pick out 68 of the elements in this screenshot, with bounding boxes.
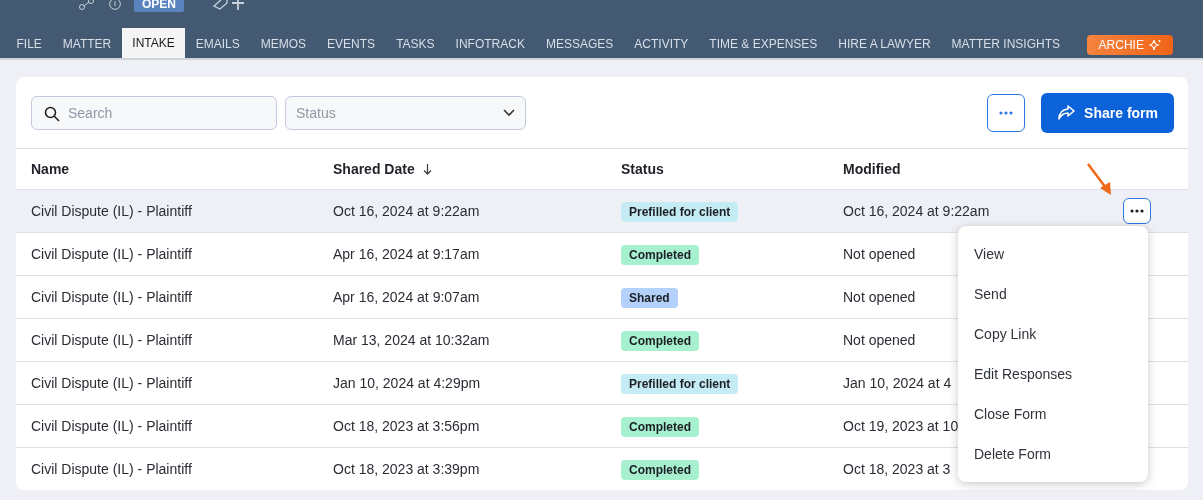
more-button[interactable] [987, 93, 1026, 132]
table-cell: Oct 18, 2023 at 3:56pm [333, 418, 480, 434]
table-cell: Civil Dispute (IL) - Plaintiff [31, 461, 192, 477]
status-badge: Completed [621, 417, 699, 437]
status-badge: Completed [621, 245, 699, 265]
column-header[interactable]: Name [16, 149, 318, 190]
status-badge: Prefilled for client [621, 374, 739, 394]
nav-tab[interactable]: EMAILS [185, 30, 251, 58]
status-badge: Shared [621, 288, 678, 308]
search-field[interactable]: Search [32, 95, 276, 130]
table-cell: Mar 13, 2024 at 10:32am [333, 332, 490, 348]
assistant-button[interactable]: ARCHIE [1086, 35, 1173, 55]
nav-tab[interactable]: FILE [6, 30, 53, 58]
table-cell: Oct 18, 2023 at 3 [843, 461, 951, 477]
table-cell: Apr 16, 2024 at 9:07am [333, 289, 480, 305]
menu-item[interactable]: View [958, 234, 1148, 274]
nav-tab[interactable]: TIME & EXPENSES [698, 30, 828, 58]
nav-tab[interactable]: MATTER INSIGHTS [941, 30, 1071, 58]
share-form-button[interactable]: Share form [1041, 92, 1174, 133]
nav-tab[interactable]: MATTER [52, 30, 122, 58]
status-badge: Prefilled for client [621, 202, 739, 222]
more-icon [999, 110, 1014, 115]
share-arrow-icon [1057, 104, 1076, 121]
table-cell: Not opened [843, 246, 916, 262]
menu-item[interactable]: Close Form [958, 394, 1148, 434]
table-cell: Oct 18, 2023 at 3:39pm [333, 461, 480, 477]
column-header[interactable]: Status [606, 149, 828, 190]
table-cell: Not opened [843, 332, 916, 348]
nav-tab[interactable]: MEMOS [250, 30, 317, 58]
tag-icon[interactable] [212, 0, 246, 10]
status-badge: Completed [621, 331, 699, 351]
status-dropdown[interactable]: Status [285, 95, 526, 130]
menu-item[interactable]: Edit Responses [958, 354, 1148, 394]
nav-tab[interactable]: INFOTRACK [445, 30, 536, 58]
table-cell: Civil Dispute (IL) - Plaintiff [31, 375, 192, 391]
table-cell: Not opened [843, 289, 916, 305]
nav-tab[interactable]: INTAKE [121, 28, 186, 58]
annotation-arrow [1086, 162, 1114, 196]
sort-down-icon[interactable] [422, 163, 432, 175]
status-badge: Completed [621, 460, 699, 480]
link-icon[interactable] [78, 0, 96, 10]
table-cell: Oct 16, 2024 at 9:22am [333, 203, 480, 219]
nav-tab[interactable]: MESSAGES [535, 30, 624, 58]
nav-tab[interactable]: HIRE A LAWYER [827, 30, 942, 58]
menu-item[interactable]: Delete Form [958, 434, 1148, 474]
chevron-down-icon [503, 108, 515, 117]
nav-tab[interactable]: EVENTS [316, 30, 386, 58]
table-cell: Civil Dispute (IL) - Plaintiff [31, 332, 192, 348]
table-cell: Jan 10, 2024 at 4 [843, 375, 952, 391]
search-icon [44, 105, 60, 122]
row-actions-button[interactable] [1123, 198, 1151, 224]
table-cell: Civil Dispute (IL) - Plaintiff [31, 289, 192, 305]
table-cell: Apr 16, 2024 at 9:17am [333, 246, 480, 262]
column-header[interactable]: Shared Date [333, 161, 415, 177]
menu-item[interactable]: Copy Link [958, 314, 1148, 354]
table-cell: Oct 19, 2023 at 10 [843, 418, 959, 434]
status-badge: OPEN [134, 0, 184, 12]
table-cell: Civil Dispute (IL) - Plaintiff [31, 203, 192, 219]
more-icon [1130, 209, 1144, 213]
menu-item[interactable]: Send [958, 274, 1148, 314]
sparkle-icon [1148, 39, 1161, 51]
nav-tab[interactable]: ACTIVITY [623, 30, 699, 58]
nav-tab[interactable]: TASKS [385, 30, 446, 58]
table-cell: Jan 10, 2024 at 4:29pm [333, 375, 481, 391]
table-cell: Civil Dispute (IL) - Plaintiff [31, 246, 192, 262]
table-cell: Oct 16, 2024 at 9:22am [843, 203, 990, 219]
table-cell: Civil Dispute (IL) - Plaintiff [31, 418, 192, 434]
info-icon[interactable] [106, 0, 124, 10]
